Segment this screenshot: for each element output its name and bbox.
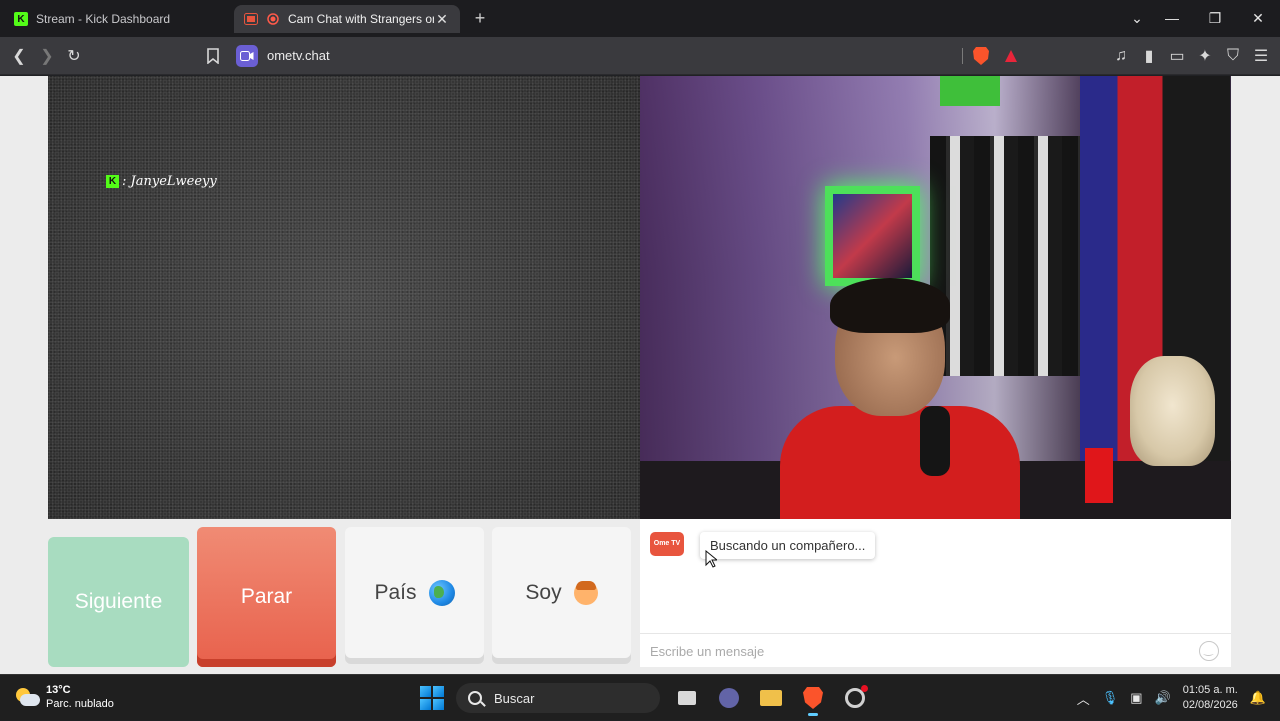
chat-panel: Ome TV Buscando un compañero... — [640, 519, 1231, 667]
weather-temperature: 13°C — [46, 684, 71, 696]
tab-title: Stream - Kick Dashboard — [36, 12, 171, 26]
kick-logo-icon: K — [106, 175, 119, 188]
gender-button[interactable]: Soy — [492, 527, 631, 658]
chat-input-bar — [640, 633, 1231, 667]
kick-username-overlay: K : JanyeLweeyy — [106, 174, 217, 189]
brave-shields-icon[interactable] — [970, 45, 992, 67]
teddy-bear — [1130, 356, 1215, 466]
red-cup — [1085, 448, 1113, 503]
ometv-page: K : JanyeLweeyy Siguiente Parar País Soy… — [0, 76, 1280, 674]
search-icon — [468, 691, 482, 705]
self-camera-video — [640, 76, 1231, 519]
close-window-button[interactable]: ✕ — [1238, 6, 1278, 30]
weather-description: Parc. nublado — [46, 698, 114, 710]
back-icon[interactable]: ❮ — [8, 45, 30, 67]
mouse-cursor-icon — [705, 550, 717, 568]
windows-taskbar: 13°C Parc. nublado Buscar ︿ 🎙 ▣ 🔊 01:05 … — [0, 674, 1280, 720]
country-button-label: País — [374, 580, 417, 604]
recording-dot-icon — [266, 12, 280, 26]
file-explorer-icon[interactable] — [756, 683, 786, 713]
media-playing-icon — [244, 12, 258, 26]
tab-kick-dashboard[interactable]: K Stream - Kick Dashboard — [4, 5, 230, 33]
clock[interactable]: 01:05 a. m. 02/08/2026 — [1183, 683, 1238, 713]
vpn-shield-icon[interactable]: ⛉ — [1222, 45, 1244, 67]
task-view-button[interactable] — [672, 683, 702, 713]
partner-video-static: K : JanyeLweeyy — [48, 76, 640, 519]
wall-monitor — [825, 186, 920, 286]
next-button[interactable]: Siguiente — [48, 537, 189, 667]
forward-icon[interactable]: ❯ — [36, 45, 58, 67]
search-label: Buscar — [494, 690, 535, 706]
browser-tab-strip: K Stream - Kick Dashboard Cam Chat with … — [0, 0, 1280, 37]
media-music-icon[interactable]: ♫ — [1110, 45, 1132, 67]
brave-rewards-icon[interactable] — [1000, 45, 1022, 67]
volume-icon[interactable]: 🔊 — [1155, 690, 1171, 706]
emoji-icon[interactable] — [1199, 641, 1219, 661]
obs-app-icon[interactable] — [840, 683, 870, 713]
weather-widget[interactable]: 13°C Parc. nublado — [14, 683, 114, 711]
browser-toolbar: ❮ ❯ ↻ ometv.chat ♫ ▮ ▭ ✦ ⛉ ☰ — [0, 37, 1280, 75]
maximize-button[interactable]: ❐ — [1195, 6, 1235, 30]
new-tab-button[interactable]: + — [470, 8, 490, 28]
clock-time: 01:05 a. m. — [1182, 684, 1238, 696]
url-text: ometv.chat — [267, 48, 330, 63]
network-icon[interactable]: ▣ — [1130, 690, 1142, 706]
clock-date: 02/08/2026 — [1182, 699, 1238, 711]
stop-button[interactable]: Parar — [197, 527, 336, 667]
message-input[interactable] — [650, 640, 1190, 662]
partly-cloudy-icon — [14, 686, 40, 708]
room-green-light — [940, 76, 1000, 106]
stop-button-label: Parar — [240, 585, 293, 608]
tab-ometv[interactable]: Cam Chat with Strangers on Ome ✕ — [234, 5, 460, 33]
globe-icon — [428, 579, 455, 606]
tab-search-icon[interactable]: ⌄ — [1117, 6, 1157, 30]
tab-title: Cam Chat with Strangers on Ome — [288, 12, 434, 26]
kick-username: : JanyeLweeyy — [122, 174, 217, 189]
brave-browser-icon[interactable] — [798, 683, 828, 716]
start-button[interactable] — [420, 686, 444, 710]
kick-logo-icon: K — [14, 12, 28, 26]
menu-icon[interactable]: ☰ — [1250, 45, 1272, 67]
tray-overflow-chevron-icon[interactable]: ︿ — [1077, 689, 1090, 708]
status-message: Buscando un compañero... — [700, 532, 876, 559]
meet-app-icon[interactable] — [714, 683, 744, 713]
boy-face-icon — [573, 580, 598, 605]
taskbar-apps: Buscar — [420, 682, 870, 716]
close-tab-icon[interactable]: ✕ — [434, 11, 450, 28]
reload-icon[interactable]: ↻ — [63, 45, 85, 67]
microphone-icon[interactable]: 🎙 — [1102, 690, 1119, 706]
sidebar-icon[interactable]: ▮ — [1138, 45, 1160, 67]
notification-bell-icon[interactable]: 🔔 — [1250, 690, 1266, 706]
microphone — [920, 406, 950, 476]
country-button[interactable]: País — [345, 527, 484, 658]
system-tray: ︿ 🎙 ▣ 🔊 01:05 a. m. 02/08/2026 🔔 — [1077, 675, 1280, 721]
streamer-person — [780, 278, 1020, 519]
address-divider — [962, 48, 963, 64]
wallet-icon[interactable]: ▭ — [1166, 45, 1188, 67]
address-bar[interactable]: ometv.chat — [232, 42, 1032, 70]
gender-button-label: Soy — [525, 580, 562, 604]
site-camera-icon — [236, 45, 258, 67]
bookmark-icon[interactable] — [202, 45, 224, 67]
ometv-logo-icon: Ome TV — [650, 532, 684, 556]
minimize-button[interactable]: — — [1152, 6, 1192, 30]
taskbar-search[interactable]: Buscar — [456, 683, 660, 713]
leo-ai-icon[interactable]: ✦ — [1194, 45, 1216, 67]
next-button-label: Siguiente — [74, 590, 163, 613]
